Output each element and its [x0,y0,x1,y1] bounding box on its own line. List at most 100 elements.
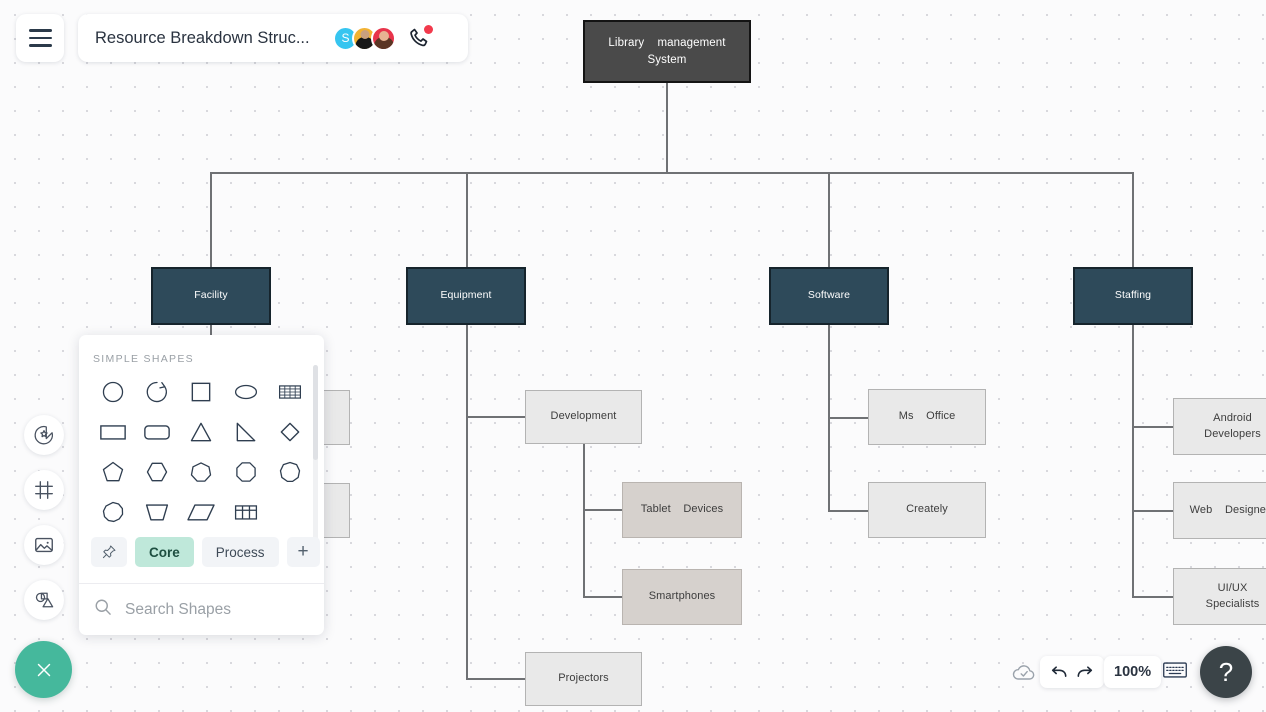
call-badge [424,25,433,34]
node-software[interactable]: Software [769,267,889,325]
shapes-panel: SIMPLE SHAPES Core Process + Search Shap… [79,335,324,635]
add-tag-button[interactable]: + [286,537,320,567]
node-root[interactable]: Library management System [583,20,751,83]
shape-nonagon[interactable] [268,453,312,490]
undo-icon[interactable] [1048,661,1070,683]
avatar[interactable] [371,25,396,51]
edge-equipment-projector [466,678,526,680]
node-creately[interactable]: Creately [868,482,986,538]
shape-circle[interactable] [91,373,135,410]
edge-development-tablet [583,509,623,511]
edge-staffing-web [1132,510,1174,512]
node-staffing[interactable]: Staffing [1073,267,1193,325]
edge-development-phone [583,596,623,598]
shape-rounded-rectangle[interactable] [135,413,179,450]
node-smartphones-label: Smartphones [648,590,716,603]
shape-right-triangle[interactable] [224,413,268,450]
shape-hexagon[interactable] [135,453,179,490]
node-uiux-specialists[interactable]: UI/UX Specialists [1173,568,1266,625]
shape-arc[interactable] [135,373,179,410]
shapes-scrollbar[interactable] [313,365,318,560]
document-title[interactable]: Resource Breakdown Struc... [95,29,331,48]
node-android-developers-label: Android Developers [1204,411,1261,440]
node-root-label: Library management System [608,36,726,66]
cloud-saved-icon[interactable] [1011,660,1037,691]
node-uiux-specialists-label: UI/UX Specialists [1205,581,1260,610]
add-tag-label: + [297,541,309,562]
node-staffing-label: Staffing [1114,289,1152,302]
shape-pentagon[interactable] [91,453,135,490]
help-label: ? [1218,656,1234,687]
zoom-level-label: 100% [1114,664,1152,680]
node-web-designers-label: Web Designers [1189,503,1266,516]
node-software-label: Software [807,289,851,302]
shape-diamond[interactable] [268,413,312,450]
edge-trunk-horizontal [210,172,1133,174]
edge-root-trunk [666,83,668,173]
node-development[interactable]: Development [525,390,642,444]
help-button[interactable]: ? [1200,646,1252,698]
node-facility[interactable]: Facility [151,267,271,325]
image-icon[interactable] [24,525,64,565]
pin-icon[interactable] [91,537,127,567]
shape-trapezoid[interactable] [135,493,179,530]
node-facility-label: Facility [194,289,228,302]
node-equipment-label: Equipment [440,289,492,302]
undo-redo-group [1040,656,1104,688]
node-creately-label: Creately [906,503,948,516]
search-icon [93,597,113,622]
sticker-icon[interactable] [24,415,64,455]
node-equipment[interactable]: Equipment [406,267,526,325]
shape-table-grid[interactable] [224,493,268,530]
edge-software-msoffice [828,417,869,419]
phone-call-icon[interactable] [408,25,433,50]
node-tablet-devices-label: Tablet Devices [640,503,724,516]
edge-staffing-android [1132,426,1174,428]
search-row [79,584,324,635]
redo-icon[interactable] [1074,661,1096,683]
node-projectors-label: Projectors [558,672,609,685]
node-android-developers[interactable]: Android Developers [1173,398,1266,455]
zoom-level-button[interactable]: 100% [1104,656,1162,688]
tag-process[interactable]: Process [201,537,279,567]
tag-core-label: Core [149,544,180,560]
shape-ellipse[interactable] [224,373,268,410]
node-facility-child-2[interactable] [322,483,350,538]
node-projectors[interactable]: Projectors [525,652,642,706]
edge-staffing-uiux [1132,596,1174,598]
shape-parallelogram[interactable] [179,493,223,530]
node-smartphones[interactable]: Smartphones [622,569,742,625]
shape-octagon[interactable] [224,453,268,490]
shapes-icon[interactable] [24,580,64,620]
edge-development-spine [583,444,585,597]
edge-equipment-dev [466,416,526,418]
search-shapes-input[interactable] [123,599,324,620]
node-ms-office[interactable]: Ms Office [868,389,986,445]
avatar-initial: S [341,31,350,45]
node-facility-child-1[interactable] [322,390,350,445]
node-development-label: Development [550,410,617,423]
keyboard-icon[interactable] [1162,660,1188,685]
close-icon[interactable] [15,641,72,698]
shape-rectangle[interactable] [91,413,135,450]
edge-equipment-spine [466,325,468,680]
shapes-panel-heading: SIMPLE SHAPES [93,353,194,365]
shape-category-tags: Core Process + [79,537,324,567]
node-web-designers[interactable]: Web Designers [1173,482,1266,539]
edge-trunk-facility [210,172,212,268]
node-tablet-devices[interactable]: Tablet Devices [622,482,742,538]
shape-square[interactable] [179,373,223,410]
shape-heptagon[interactable] [179,453,223,490]
edge-trunk-equipment [466,172,468,268]
shape-table-striped[interactable] [268,373,312,410]
edge-trunk-software [828,172,830,268]
frame-icon[interactable] [24,470,64,510]
edge-staffing-spine [1132,325,1134,597]
shape-decagon[interactable] [91,493,135,530]
shape-triangle[interactable] [179,413,223,450]
hamburger-menu-icon[interactable] [16,14,64,62]
tag-process-label: Process [215,544,265,560]
tag-core[interactable]: Core [135,537,194,567]
shape-grid [79,365,324,530]
diagram-editor-app: Library management System Facility Equip… [0,0,1266,712]
